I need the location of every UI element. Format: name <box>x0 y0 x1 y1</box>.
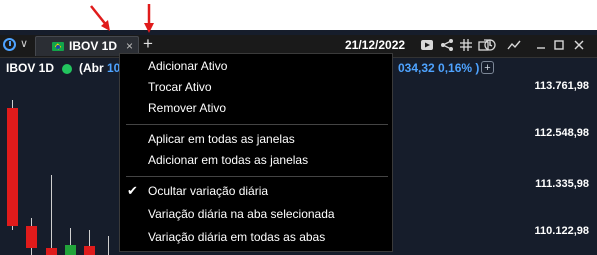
check-icon: ✔ <box>127 183 138 198</box>
menu-item-variacao-aba-selecionada[interactable]: Variação diária na aba selecionada <box>120 204 392 225</box>
menu-item-label: Ocultar variação diária <box>148 184 269 198</box>
menu-item-adicionar-ativo[interactable]: Adicionar Ativo <box>120 56 392 77</box>
add-tab-button[interactable]: + <box>143 34 153 54</box>
variation-text: 034,32 0,16% ) <box>398 61 480 75</box>
share-icon[interactable] <box>440 38 454 52</box>
price-level: 112.548,98 <box>534 127 589 139</box>
menu-item-label: Variação diária em todas as abas <box>148 230 326 244</box>
menu-item-label: Trocar Ativo <box>148 80 212 94</box>
candle-down <box>46 248 57 255</box>
brazil-flag-icon <box>52 42 64 51</box>
menu-item-aplicar-todas-janelas[interactable]: Aplicar em todas as janelas <box>120 129 392 150</box>
menu-separator <box>126 124 388 125</box>
menu-item-label: Variação diária na aba selecionada <box>148 207 335 221</box>
menu-item-label: Remover Ativo <box>148 101 227 115</box>
menu-item-label: Adicionar em todas as janelas <box>148 153 309 167</box>
candle-down <box>7 108 18 226</box>
minimize-icon[interactable] <box>534 38 548 52</box>
chart-trend-icon[interactable] <box>507 38 521 52</box>
menu-item-remover-ativo[interactable]: Remover Ativo <box>120 98 392 119</box>
add-indicator-button[interactable]: + <box>481 61 494 74</box>
chevron-down-icon[interactable]: ∨ <box>20 37 28 50</box>
menu-item-label: Aplicar em todas as janelas <box>148 132 295 146</box>
annotation-arrow-plus <box>144 4 154 33</box>
annotation-arrow-tab <box>90 5 110 31</box>
menu-separator <box>126 176 388 177</box>
maximize-icon[interactable] <box>552 38 566 52</box>
grid-icon[interactable] <box>459 38 473 52</box>
price-level: 110.122,98 <box>534 225 589 237</box>
price-level: 113.761,98 <box>534 80 589 92</box>
clock-icon[interactable] <box>3 38 16 51</box>
candle-wick <box>51 175 52 255</box>
menu-item-trocar-ativo[interactable]: Trocar Ativo <box>120 77 392 98</box>
candle-up <box>65 245 76 255</box>
menu-item-ocultar-variacao[interactable]: ✔ Ocultar variação diária <box>120 181 392 202</box>
close-window-icon[interactable] <box>572 38 586 52</box>
open-prefix: (Abr <box>79 61 107 75</box>
menu-item-variacao-todas-abas[interactable]: Variação diária em todas as abas <box>120 227 392 248</box>
candle-wick <box>108 236 109 255</box>
close-icon[interactable]: × <box>126 39 133 53</box>
tab-context-menu: Adicionar Ativo Trocar Ativo Remover Ati… <box>119 53 393 252</box>
play-icon[interactable] <box>420 38 434 52</box>
candle-down <box>26 226 37 248</box>
price-level: 111.335,98 <box>535 178 589 190</box>
menu-item-label: Adicionar Ativo <box>148 59 228 73</box>
tab-label: IBOV 1D <box>69 39 118 53</box>
timer-icon[interactable] <box>484 38 498 52</box>
open-label: (Abr 10 <box>79 61 120 75</box>
date-display: 21/12/2022 <box>345 38 406 52</box>
chart-symbol: IBOV 1D <box>6 61 55 75</box>
candle-down <box>84 246 95 255</box>
menu-item-adicionar-todas-janelas[interactable]: Adicionar em todas as janelas <box>120 150 392 171</box>
status-dot <box>62 64 72 74</box>
